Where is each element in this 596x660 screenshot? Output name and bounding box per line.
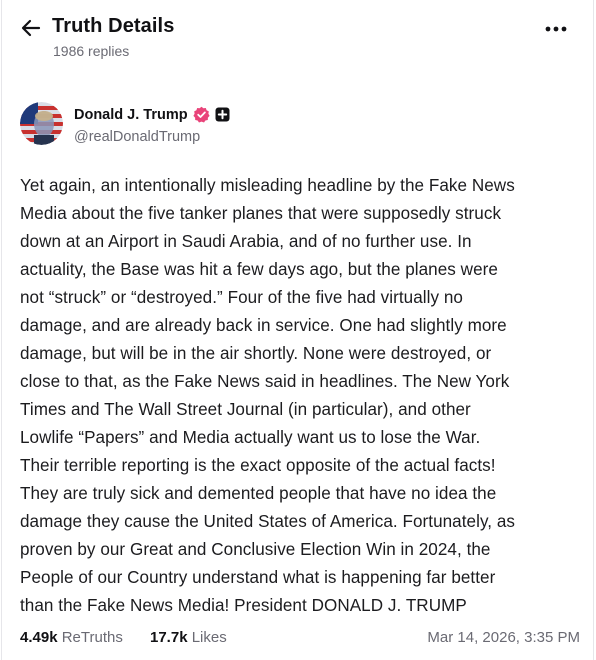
reply-count: 1986 replies xyxy=(53,43,130,59)
plus-badge-icon xyxy=(215,107,230,122)
arrow-left-icon xyxy=(21,19,41,37)
more-options-button[interactable] xyxy=(541,18,571,40)
post-line: People of our Country understand what is… xyxy=(20,568,496,587)
retruths-label: ReTruths xyxy=(61,629,123,646)
post-line: damage, and are already back in service.… xyxy=(20,316,507,335)
post-line: Their terrible reporting is the exact op… xyxy=(20,456,496,475)
retruths-count: 4.49k xyxy=(20,629,58,646)
author-name[interactable]: Donald J. Trump xyxy=(74,107,188,123)
post-line: close to that, as the Fake News said in … xyxy=(20,372,510,391)
back-button[interactable] xyxy=(16,14,46,42)
author-block: Donald J. Trump @realDonaldTrump xyxy=(20,102,420,148)
retruths-stat[interactable]: 4.49k ReTruths xyxy=(20,629,123,646)
author-name-row: Donald J. Trump xyxy=(74,106,230,123)
post-line: Times and The Wall Street Journal (in pa… xyxy=(20,400,471,419)
author-handle[interactable]: @realDonaldTrump xyxy=(74,129,200,145)
likes-stat[interactable]: 17.7k Likes xyxy=(150,629,227,646)
post-footer: 4.49k ReTruths 17.7k Likes Mar 14, 2026,… xyxy=(20,628,580,652)
post-timestamp: Mar 14, 2026, 3:35 PM xyxy=(427,629,580,646)
post-line: They are truly sick and demented people … xyxy=(20,484,497,503)
post-line: than the Fake News Media! President DONA… xyxy=(20,596,467,615)
page-title: Truth Details xyxy=(52,15,175,37)
post-body: Yet again, an intentionally misleading h… xyxy=(20,172,580,620)
post-line: Lowlife “Papers” and Media actually want… xyxy=(20,428,481,447)
post-line: Media about the five tanker planes that … xyxy=(20,204,502,223)
header: Truth Details 1986 replies xyxy=(2,0,593,76)
post-line: not “struck” or “destroyed.” Four of the… xyxy=(20,288,463,307)
post-line: down at an Airport in Saudi Arabia, and … xyxy=(20,232,472,251)
more-horizontal-icon xyxy=(545,26,567,32)
post-line: actuality, the Base was hit a few days a… xyxy=(20,260,498,279)
post-line: proven by our Great and Conclusive Elect… xyxy=(20,540,491,559)
post-line: damage, but will be in the air shortly. … xyxy=(20,344,492,363)
likes-label: Likes xyxy=(191,629,227,646)
avatar[interactable] xyxy=(20,102,63,145)
post-line: Yet again, an intentionally misleading h… xyxy=(20,176,515,195)
verified-badge-icon xyxy=(192,106,210,123)
truth-details-panel: Truth Details 1986 replies Donald J. Tru… xyxy=(1,0,594,660)
likes-count: 17.7k xyxy=(150,629,188,646)
avatar-image xyxy=(20,102,63,145)
post-line: damage they cause the United States of A… xyxy=(20,512,516,531)
